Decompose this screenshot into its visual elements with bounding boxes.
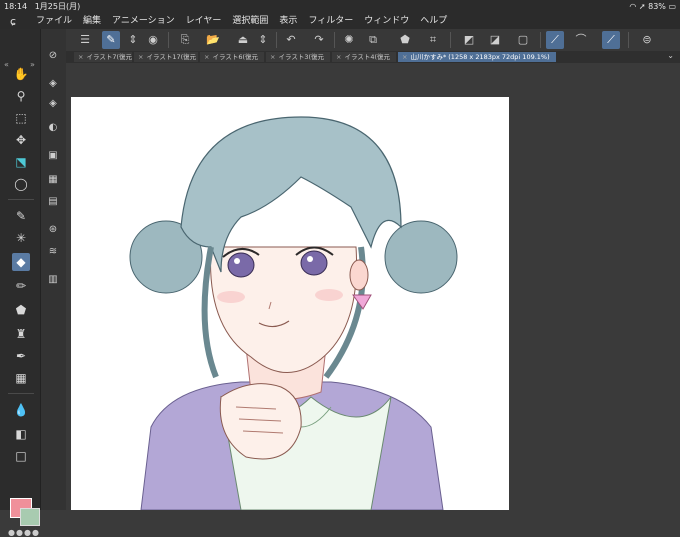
- tab-document[interactable]: × イラスト7(復元: [74, 52, 132, 62]
- close-icon[interactable]: ×: [138, 53, 143, 61]
- crop-icon[interactable]: ⌗: [424, 31, 442, 49]
- save-icon[interactable]: ⏏: [234, 31, 252, 49]
- redo-icon[interactable]: ↷: [310, 31, 328, 49]
- layer-stack-icon[interactable]: ⊛: [45, 222, 61, 238]
- sub-tool-strip: ⊘ ◈ ◈ ◐ ▣ ▦ ▤ ⊛ ≋ ▥: [41, 29, 67, 510]
- pen-pressure-icon[interactable]: ⟋: [602, 31, 620, 49]
- layer-icon[interactable]: ◈: [45, 76, 61, 92]
- tab-document[interactable]: × イラスト6(復元: [200, 52, 264, 62]
- eyedropper-icon[interactable]: ✎: [12, 207, 30, 225]
- menu-hamburger-icon[interactable]: ☰: [76, 31, 94, 49]
- tool-palette: « » ✋ ⚲ ⬚ ✥ ⬔ ◯ ✎ ✳ ◆ ✏ ⬟ ♜ ✒ ▦ 💧 ◧ □ ●●…: [0, 29, 41, 537]
- battery-icon: ▭: [668, 2, 676, 11]
- layer-lock-icon[interactable]: ◐: [45, 120, 61, 136]
- close-icon[interactable]: ×: [204, 53, 209, 61]
- wifi-icon: ◠: [629, 2, 637, 11]
- hand-icon[interactable]: ✋: [12, 65, 30, 83]
- location-icon: ➚: [638, 2, 646, 11]
- app-logo-icon[interactable]: ɕ: [6, 14, 20, 28]
- loading-icon[interactable]: ✺: [340, 31, 358, 49]
- ruler-icon[interactable]: ◩: [460, 31, 478, 49]
- reference-icon[interactable]: ◪: [486, 31, 504, 49]
- menu-view[interactable]: 表示: [279, 13, 297, 29]
- stepper-icon[interactable]: ⇕: [124, 31, 142, 49]
- battery-percent: 83%: [648, 2, 666, 11]
- table-icon[interactable]: ▥: [45, 272, 61, 288]
- grid-icon[interactable]: ▦: [45, 172, 61, 188]
- tab-active-document[interactable]: × 山川かすみ* (1258 x 2183px 72dpi 109.1%): [398, 52, 556, 62]
- ios-status-bar: 18:14 1月25日(月) ◠ ➚ 83% ▭: [0, 0, 680, 13]
- eraser-icon[interactable]: ◆: [12, 253, 30, 271]
- film-icon[interactable]: ▤: [45, 194, 61, 210]
- fill-icon[interactable]: ⬟: [12, 301, 30, 319]
- lasso-icon[interactable]: ◯: [12, 175, 30, 193]
- blend-icon[interactable]: 💧: [12, 401, 30, 419]
- stabilizer-icon[interactable]: ⟋: [546, 31, 564, 49]
- new-file-icon[interactable]: ⎘: [176, 31, 194, 49]
- help-icon[interactable]: ⊜: [638, 31, 656, 49]
- smooth-icon[interactable]: ⌒: [572, 31, 590, 49]
- menu-animation[interactable]: アニメーション: [112, 13, 175, 29]
- close-icon[interactable]: ×: [270, 53, 275, 61]
- color-mode-icon[interactable]: ●●●●: [8, 528, 40, 537]
- menu-edit[interactable]: 編集: [83, 13, 101, 29]
- collapse-left-icon[interactable]: «: [4, 60, 9, 69]
- flip-icon[interactable]: ▣: [45, 148, 61, 164]
- auto-select-icon[interactable]: ✳: [12, 229, 30, 247]
- zoom-icon[interactable]: ⚲: [12, 87, 30, 105]
- menu-help[interactable]: ヘルプ: [420, 13, 447, 29]
- divider: [8, 199, 34, 200]
- camera-icon[interactable]: ◉: [144, 31, 162, 49]
- fill-bucket-icon[interactable]: ⬟: [396, 31, 414, 49]
- open-folder-icon[interactable]: 📂: [204, 31, 222, 49]
- quick-access-icon[interactable]: ✎: [102, 31, 120, 49]
- collapse-right-icon[interactable]: »: [30, 60, 35, 69]
- folder-layer-icon[interactable]: ≋: [45, 244, 61, 260]
- close-icon[interactable]: ×: [336, 53, 341, 61]
- mask-icon[interactable]: ▢: [514, 31, 532, 49]
- sub-color-swatch[interactable]: [20, 508, 40, 526]
- selection-icon[interactable]: ⬔: [12, 153, 30, 171]
- document-tabs: × イラスト7(復元 × イラスト17(復元 × イラスト6(復元 × イラスト3(復元…: [66, 51, 680, 63]
- operation-icon[interactable]: ⬚: [12, 109, 30, 127]
- command-bar: ☰ ✎ ⇕ ◉ ⎘ 📂 ⏏ ⇕ ↶ ↷ ✺ ⧉ ⬟ ⌗ ◩ ◪ ▢ ⟋ ⌒ ⟋ …: [66, 29, 680, 52]
- divider: [8, 393, 34, 394]
- layer-clear-icon[interactable]: ◈: [45, 96, 61, 112]
- close-icon[interactable]: ×: [402, 53, 407, 61]
- menu-selection[interactable]: 選択範囲: [232, 13, 268, 29]
- menu-bar: ɕ ファイル 編集 アニメーション レイヤー 選択範囲 表示 フィルター ウィン…: [0, 13, 680, 29]
- canvas-paper[interactable]: [71, 97, 509, 510]
- copy-icon[interactable]: ⧉: [364, 31, 382, 49]
- tab-document[interactable]: × イラスト17(復元: [134, 52, 198, 62]
- move-icon[interactable]: ✥: [12, 131, 30, 149]
- clock: 18:14: [4, 2, 28, 11]
- close-icon[interactable]: ×: [78, 53, 83, 61]
- figure-icon[interactable]: □: [12, 447, 30, 465]
- view-rotate-icon[interactable]: ⊘: [45, 48, 61, 64]
- menu-layer[interactable]: レイヤー: [186, 13, 222, 29]
- pencil-icon[interactable]: ✏: [12, 277, 30, 295]
- undo-icon[interactable]: ↶: [282, 31, 300, 49]
- menu-file[interactable]: ファイル: [36, 13, 72, 29]
- tab-document[interactable]: × イラスト4(復元: [332, 52, 396, 62]
- pen-icon[interactable]: ✒: [12, 347, 30, 365]
- menu-filter[interactable]: フィルター: [308, 13, 353, 29]
- brush-icon[interactable]: ♜: [12, 325, 30, 343]
- gradient-icon[interactable]: ◧: [12, 425, 30, 443]
- tab-document[interactable]: × イラスト3(復元: [266, 52, 330, 62]
- texture-icon[interactable]: ▦: [12, 369, 30, 387]
- menu-window[interactable]: ウィンドウ: [364, 13, 409, 29]
- chevron-down-icon[interactable]: ⌄: [667, 51, 674, 60]
- save-stepper-icon[interactable]: ⇕: [254, 31, 272, 49]
- date: 1月25日(月): [34, 2, 81, 11]
- illustration-artwork: [129, 116, 458, 510]
